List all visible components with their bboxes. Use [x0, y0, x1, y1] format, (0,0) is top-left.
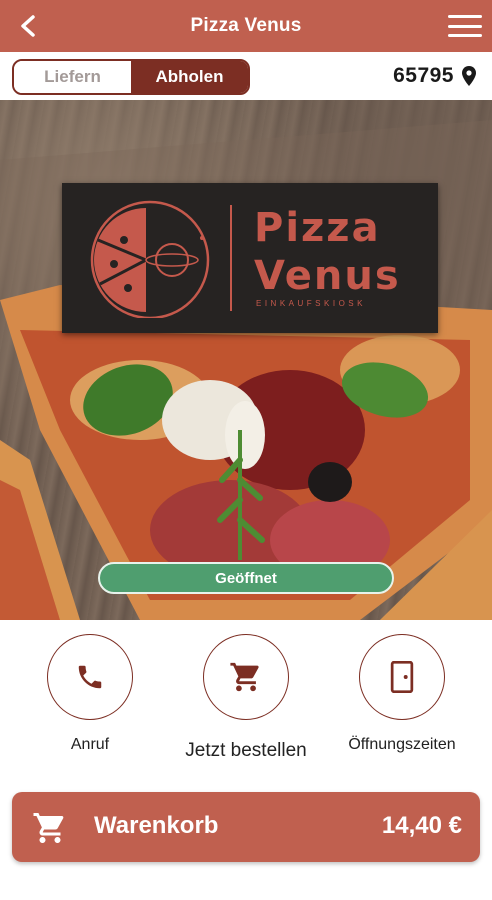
phone-icon [78, 665, 102, 689]
logo-text-pizza: Pizza [254, 205, 381, 251]
shopping-cart-icon [230, 662, 259, 692]
logo-divider [230, 205, 232, 311]
opening-hours-button[interactable] [359, 634, 445, 720]
cart-button[interactable]: Warenkorb 14,40 € [12, 792, 480, 862]
pizza-illustration [0, 120, 492, 620]
open-status-badge: Geöffnet [98, 562, 394, 594]
hero-image: Pizza Venus EINKAUFSKIOSK Geöffnet [0, 100, 492, 620]
order-now-action[interactable]: Jetzt bestellen [171, 634, 321, 762]
pizza-logo-icon [90, 200, 210, 318]
door-icon [390, 661, 414, 693]
order-now-button[interactable] [203, 634, 289, 720]
delivery-mode-toggle: Liefern Abholen [12, 59, 250, 95]
cart-total: 14,40 € [381, 812, 462, 839]
app-header: Pizza Venus [0, 0, 492, 52]
shopping-cart-icon [33, 813, 64, 843]
postal-code: 65795 [393, 64, 454, 87]
page-title: Pizza Venus [190, 15, 302, 36]
call-button[interactable] [47, 634, 133, 720]
tab-abholen[interactable]: Abholen [131, 61, 248, 93]
tab-liefern[interactable]: Liefern [14, 61, 131, 93]
quick-actions: Anruf Jetzt bestellen Öffnungszeiten [0, 620, 492, 790]
location-selector[interactable]: 65795 [393, 64, 476, 88]
opening-hours-action[interactable]: Öffnungszeiten [327, 634, 477, 754]
cart-label: Warenkorb [94, 812, 219, 839]
restaurant-logo: Pizza Venus EINKAUFSKIOSK [62, 183, 438, 333]
hamburger-menu-icon[interactable] [448, 13, 482, 39]
back-button[interactable] [14, 12, 42, 40]
order-now-label: Jetzt bestellen [185, 740, 307, 761]
call-label: Anruf [70, 736, 110, 753]
map-pin-icon [462, 66, 476, 86]
logo-subtitle: EINKAUFSKIOSK [256, 299, 366, 308]
opening-hours-label: Öffnungszeiten [348, 736, 456, 753]
logo-text-venus: Venus [254, 253, 401, 299]
mode-bar: Liefern Abholen 65795 [0, 52, 492, 100]
chevron-left-icon [21, 15, 35, 37]
call-action[interactable]: Anruf [15, 634, 165, 754]
